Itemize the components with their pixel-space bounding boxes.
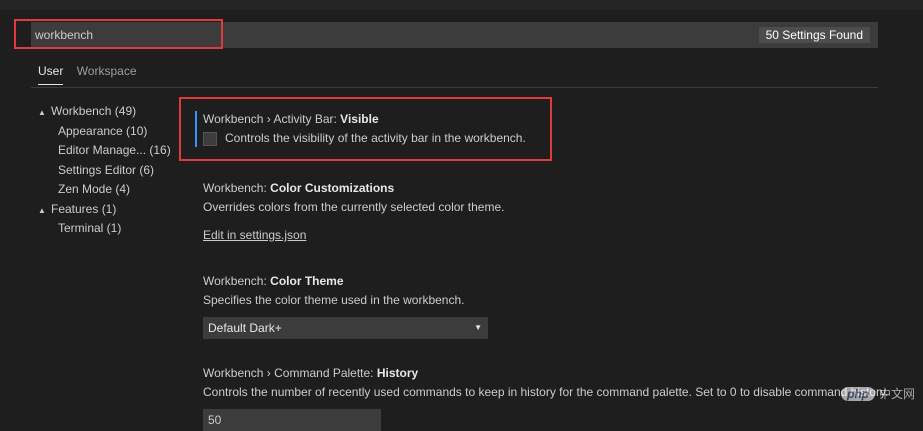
php-logo: php — [840, 387, 875, 401]
setting-color-theme: Workbench: Color Theme Specifies the col… — [203, 274, 488, 339]
tabs-divider — [31, 87, 878, 88]
watermark-text: 中文网 — [878, 387, 915, 401]
setting-color-customizations: Workbench: Color Customizations Override… — [203, 181, 504, 242]
setting-category: Workbench: — [203, 274, 271, 288]
search-annotation-box — [14, 19, 223, 49]
setting-title: Workbench: Color Customizations — [203, 181, 504, 195]
caret-down-icon: ▲ — [38, 108, 46, 117]
toc-item-appearance[interactable]: Appearance (10) — [38, 122, 178, 142]
tab-workspace[interactable]: Workspace — [77, 64, 137, 84]
settings-toc: ▲ Workbench (49) Appearance (10) Editor M… — [38, 102, 178, 239]
setting-command-palette-history: Workbench › Command Palette: History Con… — [203, 366, 888, 431]
setting-title: Workbench: Color Theme — [203, 274, 488, 288]
results-count-badge: 50 Settings Found — [758, 27, 870, 43]
tab-user[interactable]: User — [38, 64, 64, 85]
toc-item-terminal[interactable]: Terminal (1) — [38, 219, 178, 239]
setting-category: Workbench › Command Palette: — [203, 366, 377, 380]
setting-category: Workbench: — [203, 181, 271, 195]
edit-in-settings-json-link[interactable]: Edit in settings.json — [203, 228, 306, 242]
top-bar — [0, 0, 923, 10]
toc-item-settings-editor[interactable]: Settings Editor (6) — [38, 161, 178, 181]
toc-item-workbench[interactable]: ▲ Workbench (49) — [38, 102, 178, 122]
setting-description: Specifies the color theme used in the wo… — [203, 293, 465, 307]
toc-label: Workbench (49) — [51, 104, 137, 118]
setting-description: Overrides colors from the currently sele… — [203, 200, 505, 214]
setting-name: Color Theme — [270, 274, 344, 288]
caret-down-icon: ▲ — [38, 205, 46, 215]
toc-item-editor-management[interactable]: Editor Manage... (16) — [38, 141, 178, 161]
color-theme-select[interactable]: Default Dark+ ▼ — [203, 317, 488, 339]
setting-name: Color Customizations — [270, 181, 395, 195]
select-value: Default Dark+ — [208, 321, 282, 335]
setting-title: Workbench › Command Palette: History — [203, 366, 888, 380]
scope-tabs: User Workspace — [38, 64, 147, 86]
setting-description: Controls the number of recently used com… — [203, 385, 889, 399]
watermark: php 中文网 — [840, 385, 915, 402]
setting-name: History — [376, 366, 419, 380]
dropdown-arrow-icon: ▼ — [474, 323, 482, 332]
setting-annotation-box — [179, 97, 552, 161]
toc-item-zen-mode[interactable]: Zen Mode (4) — [38, 180, 178, 200]
toc-item-features[interactable]: ▲ Features (1) — [38, 200, 178, 220]
toc-label: Features (1) — [51, 201, 117, 216]
command-history-input[interactable]: 50 — [203, 409, 381, 431]
